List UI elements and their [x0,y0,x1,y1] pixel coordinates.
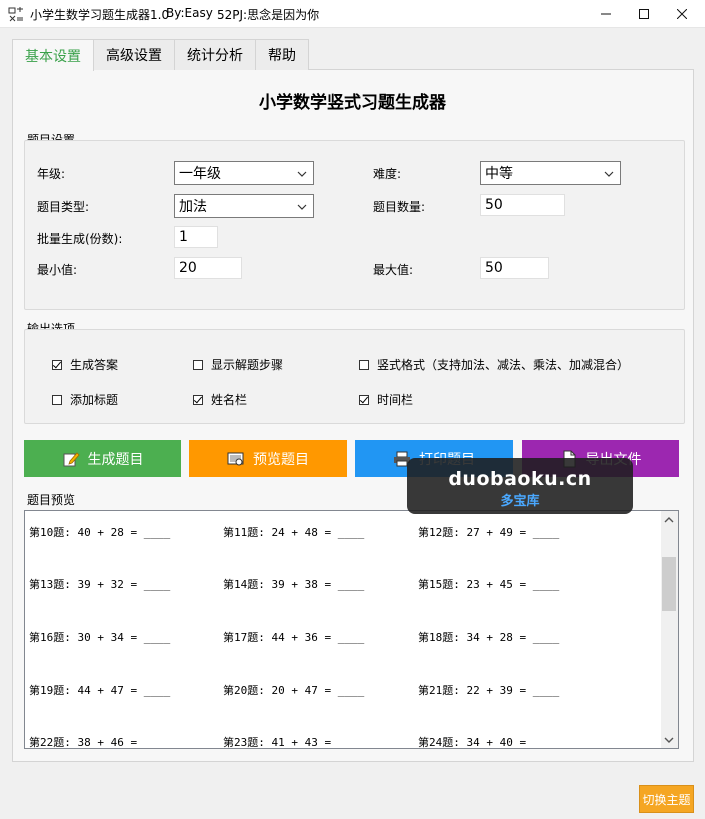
tab-bar: 基本设置 高级设置 统计分析 帮助 [12,39,309,71]
option-vertical-format[interactable]: 竖式格式（支持加法、减法、乘法、加减混合） [359,356,629,373]
watermark-domain: duobaoku.cn [448,468,592,490]
chevron-down-icon [297,204,307,210]
grade-select[interactable]: 一年级 [174,161,314,185]
option-name-field[interactable]: 姓名栏 [193,391,247,408]
difficulty-select[interactable]: 中等 [480,161,621,185]
vertical-scrollbar[interactable] [661,511,678,748]
window-author: By:Easy [166,6,213,20]
type-select[interactable]: 加法 [174,194,314,218]
option-time-field[interactable]: 时间栏 [359,391,413,408]
checkbox[interactable] [359,394,369,405]
generate-button[interactable]: 生成题目 [24,440,181,477]
chevron-up-icon[interactable] [664,515,674,525]
min-label: 最小值: [37,263,78,277]
window-slogan: 52PJ:思念是因为你 [217,8,320,22]
checkbox[interactable] [359,359,369,370]
checkbox[interactable] [193,394,203,405]
max-label: 最大值: [373,263,414,277]
count-input[interactable]: 50 [480,194,565,216]
tab-help[interactable]: 帮助 [255,39,309,70]
option-answers[interactable]: 生成答案 [52,356,118,373]
checkbox[interactable] [52,394,62,405]
chevron-down-icon [297,171,307,177]
minimize-icon [601,13,611,15]
maximize-icon [639,9,649,19]
page-title: 小学数学竖式习题生成器 [259,93,446,113]
edit-icon [63,451,80,466]
scrollbar-thumb[interactable] [662,557,676,611]
max-input[interactable]: 50 [480,257,549,279]
batch-label: 批量生成(份数): [37,232,123,246]
difficulty-label: 难度: [373,167,402,181]
watermark-overlay: duobaoku.cn 多宝库 [407,458,633,514]
grade-label: 年级: [37,167,66,181]
batch-input[interactable]: 1 [174,226,218,248]
checkbox[interactable] [52,359,62,370]
preview-label: 题目预览 [27,493,76,507]
option-steps[interactable]: 显示解题步骤 [193,356,283,373]
min-input[interactable]: 20 [174,257,242,279]
switch-theme-button[interactable]: 切换主题 [639,785,694,813]
window-title: 小学生数学习题生成器1.0 [30,8,170,22]
tab-statistics[interactable]: 统计分析 [174,39,256,70]
checkbox[interactable] [193,359,203,370]
close-icon [677,9,687,19]
preview-button[interactable]: 预览题目 [189,440,347,477]
chevron-down-icon [604,171,614,177]
tab-basic-settings[interactable]: 基本设置 [12,39,94,71]
grade-value: 一年级 [179,166,221,182]
chevron-down-icon[interactable] [664,735,674,745]
title-bar: 小学生数学习题生成器1.0 By:Easy 52PJ:思念是因为你 [0,0,705,28]
preview-icon [227,452,244,465]
watermark-name: 多宝库 [500,494,540,509]
count-label: 题目数量: [373,200,426,214]
preview-textarea[interactable]: 第10题: 40 + 28 = ____ 第11题: 24 + 48 = ___… [24,510,679,749]
type-value: 加法 [179,199,207,215]
difficulty-value: 中等 [485,166,513,182]
close-button[interactable] [659,0,705,28]
app-icon [8,7,23,22]
option-title[interactable]: 添加标题 [52,391,118,408]
output-group [24,329,685,424]
type-label: 题目类型: [37,200,90,214]
tab-advanced-settings[interactable]: 高级设置 [93,39,175,70]
